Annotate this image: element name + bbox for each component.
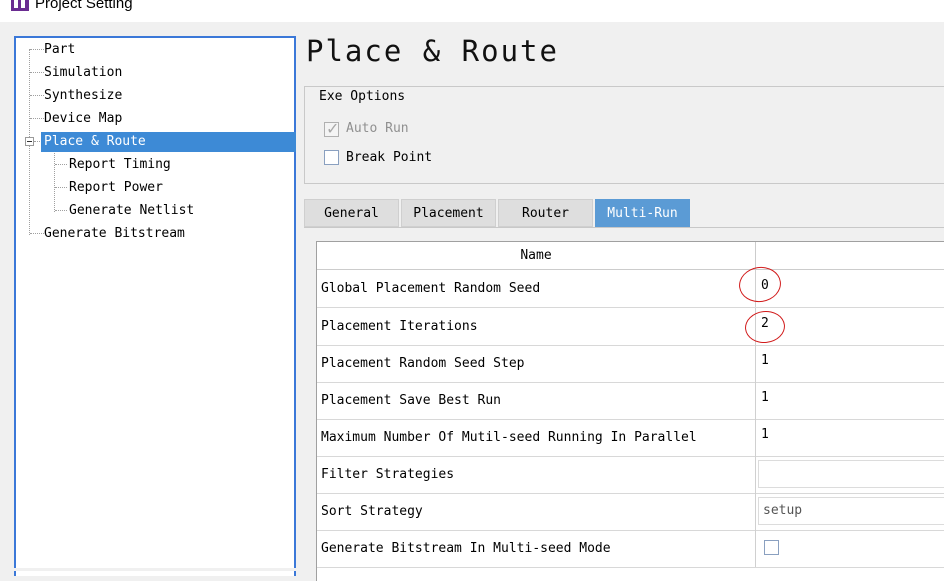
row-name: Placement Random Seed Step <box>321 356 525 371</box>
row-name: Global Placement Random Seed <box>321 281 541 296</box>
tree-item-simulation[interactable]: Simulation <box>44 63 122 83</box>
tree-guide-line <box>54 149 55 212</box>
page-title: Place & Route <box>306 34 559 68</box>
table-row: Placement Iterations 2 <box>317 308 944 346</box>
row-value[interactable]: 1 <box>761 416 769 453</box>
tree-item-generate-netlist[interactable]: Generate Netlist <box>69 201 194 221</box>
cell-divider <box>755 493 756 530</box>
table-header: Name <box>317 242 944 270</box>
cell-divider <box>755 530 756 567</box>
app-logo-icon <box>11 0 29 11</box>
tree-guide-line <box>55 164 67 165</box>
column-header-name: Name <box>317 242 756 269</box>
cell-divider <box>755 419 756 456</box>
window-title: Project Setting <box>35 0 133 12</box>
tree-guide-line <box>30 72 44 73</box>
auto-run-label: Auto Run <box>346 121 409 136</box>
checkmark-icon: ✓ <box>326 119 340 138</box>
exe-options-label: Exe Options <box>315 87 410 107</box>
exe-options-group: Exe Options ✓ Auto Run Break Point <box>304 86 944 184</box>
tree-item-place-route[interactable]: Place & Route <box>41 132 296 152</box>
tree-guide-line <box>55 210 67 211</box>
tab-multi-run[interactable]: Multi-Run <box>595 199 690 227</box>
tree-item-synthesize[interactable]: Synthesize <box>44 86 122 106</box>
cell-divider <box>755 345 756 382</box>
break-point-checkbox[interactable] <box>324 150 339 165</box>
tree-item-part[interactable]: Part <box>44 40 75 60</box>
tree-guide-line <box>30 49 44 50</box>
cell-divider <box>755 382 756 419</box>
tree-item-report-timing[interactable]: Report Timing <box>69 155 171 175</box>
tab-general[interactable]: General <box>304 199 399 227</box>
table-row: Placement Save Best Run 1 <box>317 382 944 420</box>
break-point-label: Break Point <box>346 150 433 165</box>
tree-item-generate-bitstream[interactable]: Generate Bitstream <box>44 224 185 244</box>
row-name: Generate Bitstream In Multi-seed Mode <box>321 541 611 556</box>
cell-divider <box>755 456 756 493</box>
row-name: Placement Iterations <box>321 319 478 334</box>
auto-run-checkbox[interactable]: ✓ <box>324 119 340 138</box>
collapse-toggle-icon[interactable] <box>25 137 34 146</box>
tree-item-device-map[interactable]: Device Map <box>44 109 122 129</box>
row-name: Filter Strategies <box>321 467 455 482</box>
tree-guide-line <box>30 95 44 96</box>
tree-guide-line <box>30 233 44 234</box>
multi-run-table: Name Global Placement Random Seed 0 Plac… <box>316 241 944 581</box>
row-name: Placement Save Best Run <box>321 393 502 408</box>
tab-router[interactable]: Router <box>498 199 593 227</box>
sort-strategy-input[interactable]: setup <box>758 497 944 525</box>
row-name: Maximum Number Of Mutil-seed Running In … <box>321 430 697 445</box>
row-value[interactable]: 1 <box>761 342 769 379</box>
table-row: Maximum Number Of Mutil-seed Running In … <box>317 419 944 457</box>
table-row: Generate Bitstream In Multi-seed Mode <box>317 530 944 568</box>
tree-guide-line <box>30 118 44 119</box>
filter-strategies-input[interactable] <box>758 460 944 488</box>
tab-placement[interactable]: Placement <box>401 199 496 227</box>
settings-tree: Part Simulation Synthesize Device Map Pl… <box>14 36 296 576</box>
row-value[interactable]: 1 <box>761 379 769 416</box>
title-bar: Project Setting <box>0 0 944 22</box>
tree-item-report-power[interactable]: Report Power <box>69 178 163 198</box>
table-row: Sort Strategy setup <box>317 493 944 531</box>
tree-guide-line <box>55 187 67 188</box>
multi-seed-bitstream-checkbox[interactable] <box>764 540 779 555</box>
table-row: Global Placement Random Seed 0 <box>317 270 944 308</box>
row-name: Sort Strategy <box>321 504 423 519</box>
table-row: Filter Strategies <box>317 456 944 494</box>
tab-divider <box>304 227 944 228</box>
table-row: Placement Random Seed Step 1 <box>317 345 944 383</box>
